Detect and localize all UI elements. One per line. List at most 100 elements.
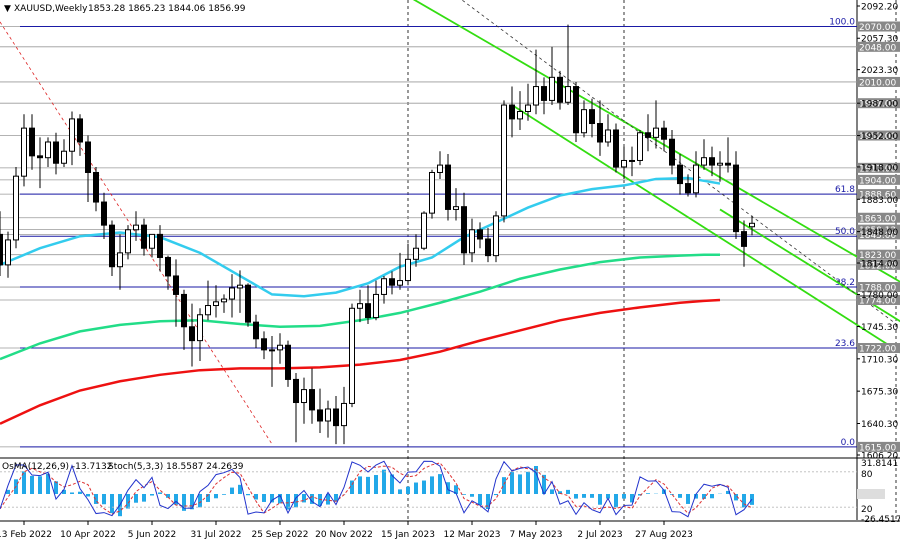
bear-candle-body [365, 303, 371, 319]
candle [285, 340, 291, 387]
candle [245, 283, 251, 327]
indicator-axis-label: -26.4517 [861, 515, 900, 525]
bull-candle-body [413, 247, 419, 260]
indicator-axis-label: 20 [861, 505, 873, 515]
osma-label: OsMA(12,26,9) -13.7132 [2, 462, 112, 472]
price-tick-label: 1710.30 [861, 355, 898, 365]
bear-candle-body [77, 118, 83, 143]
osma-histogram-bar [262, 494, 266, 502]
fib-level-label: 0.0 [841, 438, 856, 448]
bear-candle-body [725, 162, 731, 166]
price-level-tag-text: 2010.00 [859, 78, 896, 88]
bull-candle-body [701, 157, 707, 166]
osma-histogram-bar [374, 475, 378, 494]
price-tick-label: 2023.30 [861, 66, 898, 76]
osma-histogram-bar [438, 474, 442, 494]
osma-histogram-bar [446, 482, 450, 494]
time-tick-label: 10 Apr 2022 [60, 530, 116, 540]
osma-histogram-bar [366, 476, 370, 494]
bear-candle-body [245, 284, 251, 323]
bull-candle-body [325, 408, 331, 422]
osma-histogram-bar [670, 494, 674, 495]
bear-candle-body [85, 141, 91, 173]
bull-candle-body [469, 229, 475, 254]
bull-candle-body [605, 129, 611, 143]
bull-candle-body [149, 233, 155, 249]
bull-candle-body [341, 402, 347, 427]
osma-histogram-bar [550, 489, 554, 494]
bear-candle-body [165, 256, 171, 277]
bull-candle-body [221, 298, 227, 303]
bear-candle-body [261, 338, 267, 351]
osma-histogram-bar [742, 494, 746, 508]
price-tick-label: 1883.00 [861, 196, 898, 206]
candle [637, 129, 643, 166]
price-tick-label: 1848.00 [861, 228, 898, 238]
bear-candle-body [141, 224, 147, 249]
osma-histogram-bar [518, 474, 522, 494]
bear-candle-body [509, 104, 515, 120]
time-tick-label: 5 Jun 2022 [128, 530, 176, 540]
bull-candle-body [229, 287, 235, 300]
time-tick-label: 25 Sep 2022 [251, 530, 308, 540]
bear-candle-body [461, 206, 467, 254]
price-tick-label: 1780.00 [861, 291, 898, 301]
indicator-axis-label: 80 [861, 470, 873, 480]
bull-candle-body [517, 111, 523, 120]
osma-histogram-bar [614, 494, 618, 508]
osma-histogram-bar [598, 494, 602, 505]
price-tick-label: 2057.30 [861, 35, 898, 45]
candle [501, 100, 507, 223]
bear-candle-body [173, 275, 179, 295]
bear-candle-body [109, 224, 115, 268]
osma-histogram-bar [70, 492, 74, 494]
bear-candle-body [661, 127, 667, 140]
osma-histogram-bar [86, 494, 90, 497]
bull-candle-body [69, 118, 75, 152]
candle [349, 303, 355, 408]
osma-histogram-bar [150, 494, 154, 496]
bull-candle-body [549, 76, 555, 101]
osma-histogram-bar [142, 494, 146, 502]
bull-candle-body [349, 307, 355, 404]
bull-candle-body [277, 344, 283, 351]
bear-candle-body [669, 138, 675, 166]
bull-candle-body [117, 252, 123, 268]
osma-histogram-bar [134, 494, 138, 503]
chart-header: ▼ XAUUSD,Weekly 1853.28 1865.23 1844.06 … [4, 4, 246, 14]
candle [493, 211, 499, 263]
time-tick-label: 12 Mar 2023 [443, 530, 500, 540]
bear-candle-body [645, 132, 651, 138]
bear-candle-body [293, 378, 299, 404]
bear-candle-body [0, 233, 3, 266]
bull-candle-body [629, 159, 635, 162]
bear-candle-body [541, 86, 547, 101]
time-tick-label: 15 Jan 2023 [381, 530, 435, 540]
bull-candle-body [205, 305, 211, 316]
bull-candle-body [637, 132, 643, 161]
bear-candle-body [477, 229, 483, 240]
bull-candle-body [493, 215, 499, 257]
bear-candle-body [333, 408, 339, 427]
candle [573, 81, 579, 142]
bear-candle-body [317, 409, 323, 422]
bull-candle-body [45, 141, 51, 159]
osma-histogram-bar [78, 491, 82, 494]
bear-candle-body [309, 389, 315, 411]
indicator-value-tag [857, 489, 885, 499]
bull-candle-body [381, 278, 387, 295]
bull-candle-body [197, 314, 203, 342]
bull-candle-body [125, 229, 131, 254]
osma-histogram-bar [382, 469, 386, 494]
osma-histogram-bar [462, 494, 466, 495]
candle [613, 123, 619, 173]
bull-candle-body [693, 164, 699, 194]
price-tick-label: 1745.30 [861, 323, 898, 333]
time-tick-label: 20 Nov 2022 [315, 530, 373, 540]
bear-candle-body [445, 164, 451, 210]
time-tick-label: 31 Jul 2022 [191, 530, 242, 540]
bear-candle-body [189, 326, 195, 342]
bull-candle-body [533, 86, 539, 106]
osma-histogram-bar [470, 494, 474, 497]
price-level-tag-text: 1863.00 [859, 214, 896, 224]
